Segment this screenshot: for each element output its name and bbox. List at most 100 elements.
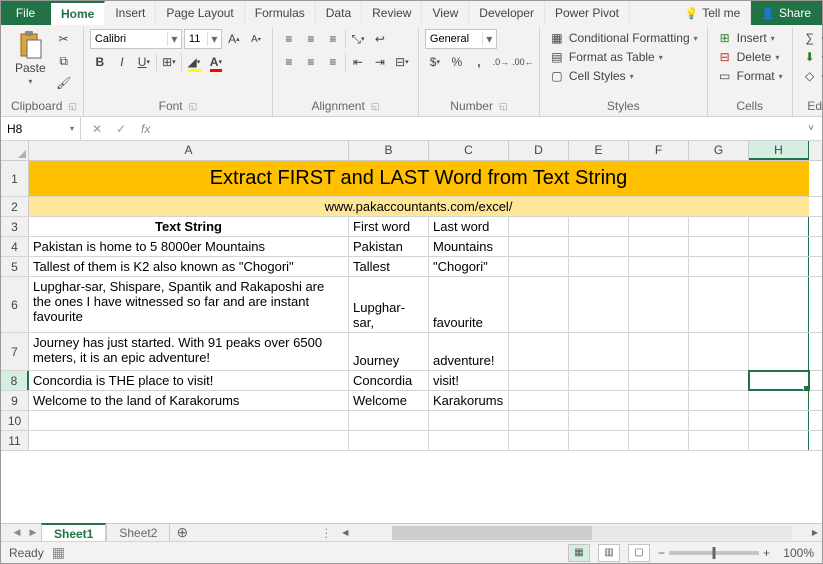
cell[interactable] [689,257,749,276]
cell[interactable] [749,257,809,276]
italic-button[interactable]: I [112,52,132,72]
cell[interactable]: Tallest of them is K2 also known as "Cho… [29,257,349,276]
comma-button[interactable]: , [469,52,489,72]
chevron-down-icon[interactable]: ▾ [207,32,221,46]
cell[interactable] [569,333,629,370]
cell[interactable] [509,277,569,332]
row-header-1[interactable]: 1 [1,161,29,196]
cell[interactable]: Welcome [349,391,429,410]
insert-cells-button[interactable]: ⊞Insert▾ [714,29,778,47]
cell[interactable] [629,217,689,236]
row-header-5[interactable]: 5 [1,257,29,276]
scroll-right-button[interactable]: ▶ [808,526,822,540]
cell-title[interactable]: Extract FIRST and LAST Word from Text St… [29,161,809,196]
cell[interactable] [569,237,629,256]
tab-file[interactable]: File [1,1,51,25]
cell[interactable] [629,277,689,332]
cell[interactable] [569,217,629,236]
col-header-c[interactable]: C [429,141,509,160]
sheet-tab-1[interactable]: Sheet1 [41,523,106,542]
cell[interactable] [509,431,569,450]
select-all-button[interactable] [1,141,29,160]
cell[interactable] [429,431,509,450]
tab-insert[interactable]: Insert [105,1,156,25]
format-painter-button[interactable]: 🖌 [54,73,74,93]
cell[interactable]: Lupghar-sar, [349,277,429,332]
cell[interactable]: visit! [429,371,509,390]
macro-record-icon[interactable]: ▦ [52,544,65,561]
decrease-indent-button[interactable]: ⇤ [348,52,368,72]
sheet-nav-prev[interactable]: ◀ [9,527,25,538]
row-header-10[interactable]: 10 [1,411,29,430]
row-header-9[interactable]: 9 [1,391,29,410]
chevron-down-icon[interactable]: ▾ [482,32,496,46]
number-format-input[interactable] [426,33,482,45]
decrease-font-button[interactable]: A▾ [246,29,266,49]
scroll-thumb[interactable] [392,526,592,540]
cell[interactable] [749,277,809,332]
borders-button[interactable]: ⊞▾ [159,52,179,72]
row-header-3[interactable]: 3 [1,217,29,236]
expand-formula-bar-button[interactable]: ˅ [800,123,822,134]
format-cells-button[interactable]: ▭Format▾ [714,67,786,85]
cell[interactable] [629,391,689,410]
view-page-break-button[interactable]: ▢ [628,544,650,562]
cell[interactable] [749,333,809,370]
cell[interactable] [629,371,689,390]
cell[interactable]: adventure! [429,333,509,370]
cell[interactable] [509,391,569,410]
cell[interactable] [29,431,349,450]
cell[interactable]: Journey has just started. With 91 peaks … [29,333,349,370]
cell[interactable] [749,411,809,430]
cell[interactable] [569,371,629,390]
new-sheet-button[interactable]: ⊕ [170,524,194,541]
align-left-button[interactable]: ≡ [279,52,299,72]
cell-subtitle[interactable]: www.pakaccountants.com/excel/ [29,197,809,216]
tell-me[interactable]: Tell me [675,1,752,25]
cell[interactable] [689,371,749,390]
cell[interactable] [749,217,809,236]
col-header-d[interactable]: D [509,141,569,160]
sheet-nav-next[interactable]: ▶ [25,527,41,538]
cell[interactable] [569,257,629,276]
row-header-6[interactable]: 6 [1,277,29,332]
cell[interactable] [509,333,569,370]
bold-button[interactable]: B [90,52,110,72]
align-middle-button[interactable]: ≡ [301,29,321,49]
cell[interactable]: Text String [29,217,349,236]
underline-button[interactable]: U▾ [134,52,154,72]
increase-decimal-button[interactable]: .0→ [491,52,511,72]
align-center-button[interactable]: ≡ [301,52,321,72]
cell[interactable]: First word [349,217,429,236]
cell[interactable]: Welcome to the land of Karakorums [29,391,349,410]
cell[interactable]: Concordia is THE place to visit! [29,371,349,390]
cell[interactable]: Tallest [349,257,429,276]
cell[interactable] [749,431,809,450]
font-dialog-launcher[interactable]: ◱ [189,101,198,112]
tab-review[interactable]: Review [362,1,422,25]
alignment-dialog-launcher[interactable]: ◱ [371,101,380,112]
align-bottom-button[interactable]: ≡ [323,29,343,49]
cell[interactable] [509,371,569,390]
zoom-in-button[interactable]: + [763,546,770,560]
font-color-button[interactable]: A▾ [206,52,226,72]
conditional-formatting-button[interactable]: ▦Conditional Formatting▾ [546,29,701,47]
cell[interactable] [629,237,689,256]
zoom-level[interactable]: 100% [774,546,814,560]
currency-button[interactable]: $▾ [425,52,445,72]
merge-button[interactable]: ⊟▾ [392,52,412,72]
cell[interactable]: Concordia [349,371,429,390]
chevron-down-icon[interactable]: ▾ [167,32,181,46]
fill-button[interactable]: ⬇▾ 🔍 [799,48,823,66]
clipboard-dialog-launcher[interactable]: ◱ [68,101,77,112]
cell[interactable]: favourite [429,277,509,332]
tab-page-layout[interactable]: Page Layout [156,1,244,25]
sheet-tab-2[interactable]: Sheet2 [106,523,170,541]
format-as-table-button[interactable]: ▤Format as Table▾ [546,48,666,66]
copy-button[interactable]: ⧉ [54,51,74,71]
cell[interactable] [629,411,689,430]
name-box[interactable]: H8▾ [1,117,81,140]
row-header-7[interactable]: 7 [1,333,29,370]
cell[interactable] [629,257,689,276]
autosum-button[interactable]: ∑▾ ½▾ [799,29,823,47]
